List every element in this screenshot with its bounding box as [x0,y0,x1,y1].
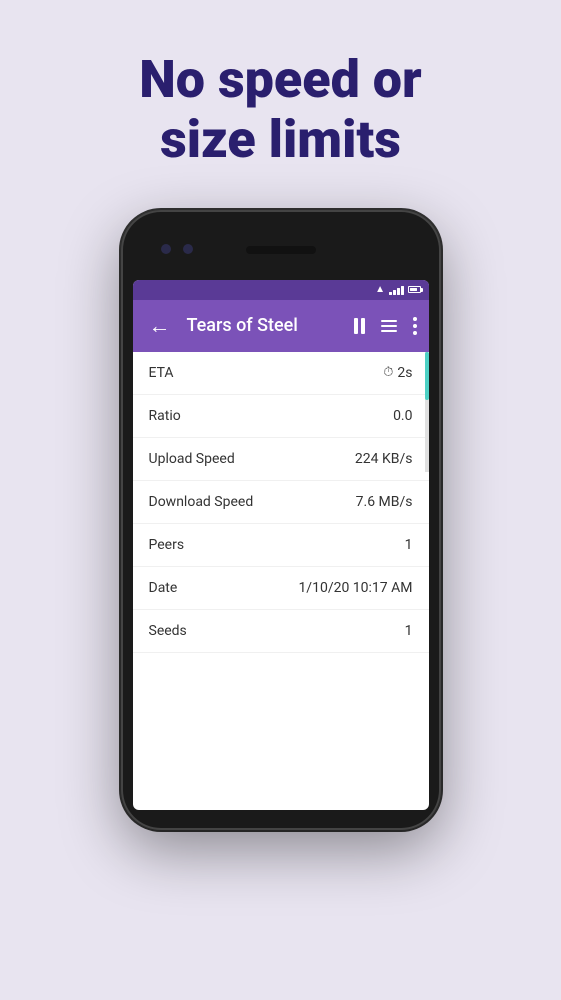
battery-fill [410,288,417,291]
battery-icon [408,286,421,293]
toolbar-icons [354,317,417,335]
camera-dot-1 [161,244,171,254]
dot-1 [413,317,417,321]
phone-top-bar [121,224,441,274]
pause-bar-right [361,318,365,334]
ratio-label: Ratio [149,408,181,424]
toolbar-title: Tears of Steel [187,315,342,336]
peers-value: 1 [405,537,413,553]
download-speed-label: Download Speed [149,494,254,510]
screen-status-bar: ▲ [133,280,429,300]
upload-speed-value: 224 KB/s [355,451,413,467]
seeds-value: 1 [405,623,413,639]
signal-bar-3 [397,288,400,295]
date-label: Date [149,580,178,596]
list-line-2 [381,325,397,327]
eta-text: 2s [397,365,412,381]
pause-button[interactable] [354,318,365,334]
peers-row: Peers 1 [133,524,429,567]
download-speed-value: 7.6 MB/s [356,494,413,510]
camera-dot-2 [183,244,193,254]
headline: No speed or size limits [99,50,461,170]
pause-bar-left [354,318,358,334]
scrollbar-fill [425,352,429,400]
camera-area [161,244,193,254]
headline-line2: size limits [160,109,401,170]
signal-bar-4 [401,286,404,295]
scrollbar [425,352,429,472]
app-toolbar: ← Tears of Steel [133,300,429,352]
phone-outer: ▲ ← Tears of Steel [121,210,441,830]
back-button[interactable]: ← [145,309,175,343]
list-line-1 [381,320,397,322]
phone-screen: ▲ ← Tears of Steel [133,280,429,810]
ratio-row: Ratio 0.0 [133,395,429,438]
headline-line1: No speed or [139,49,421,110]
seeds-label: Seeds [149,623,187,639]
dot-2 [413,324,417,328]
date-row: Date 1/10/20 10:17 AM [133,567,429,610]
signal-bar-1 [389,292,392,295]
dot-3 [413,331,417,335]
signal-bars [389,285,404,295]
eta-row: ETA ⏱ 2s [133,352,429,395]
upload-speed-label: Upload Speed [149,451,235,467]
seeds-row: Seeds 1 [133,610,429,653]
speaker [246,246,316,254]
peers-label: Peers [149,537,185,553]
list-line-3 [381,330,397,332]
ratio-value: 0.0 [393,408,412,424]
more-options-button[interactable] [413,317,417,335]
signal-bar-2 [393,290,396,295]
list-button[interactable] [381,320,397,332]
eta-label: ETA [149,365,174,381]
info-list: ETA ⏱ 2s Ratio 0.0 Upload Speed 224 KB/s [133,352,429,653]
eta-value: ⏱ 2s [383,365,412,381]
clock-icon: ⏱ [383,365,393,380]
date-value: 1/10/20 10:17 AM [298,580,412,596]
phone-mockup: ▲ ← Tears of Steel [121,210,441,830]
upload-speed-row: Upload Speed 224 KB/s [133,438,429,481]
wifi-icon: ▲ [375,284,385,295]
download-speed-row: Download Speed 7.6 MB/s [133,481,429,524]
